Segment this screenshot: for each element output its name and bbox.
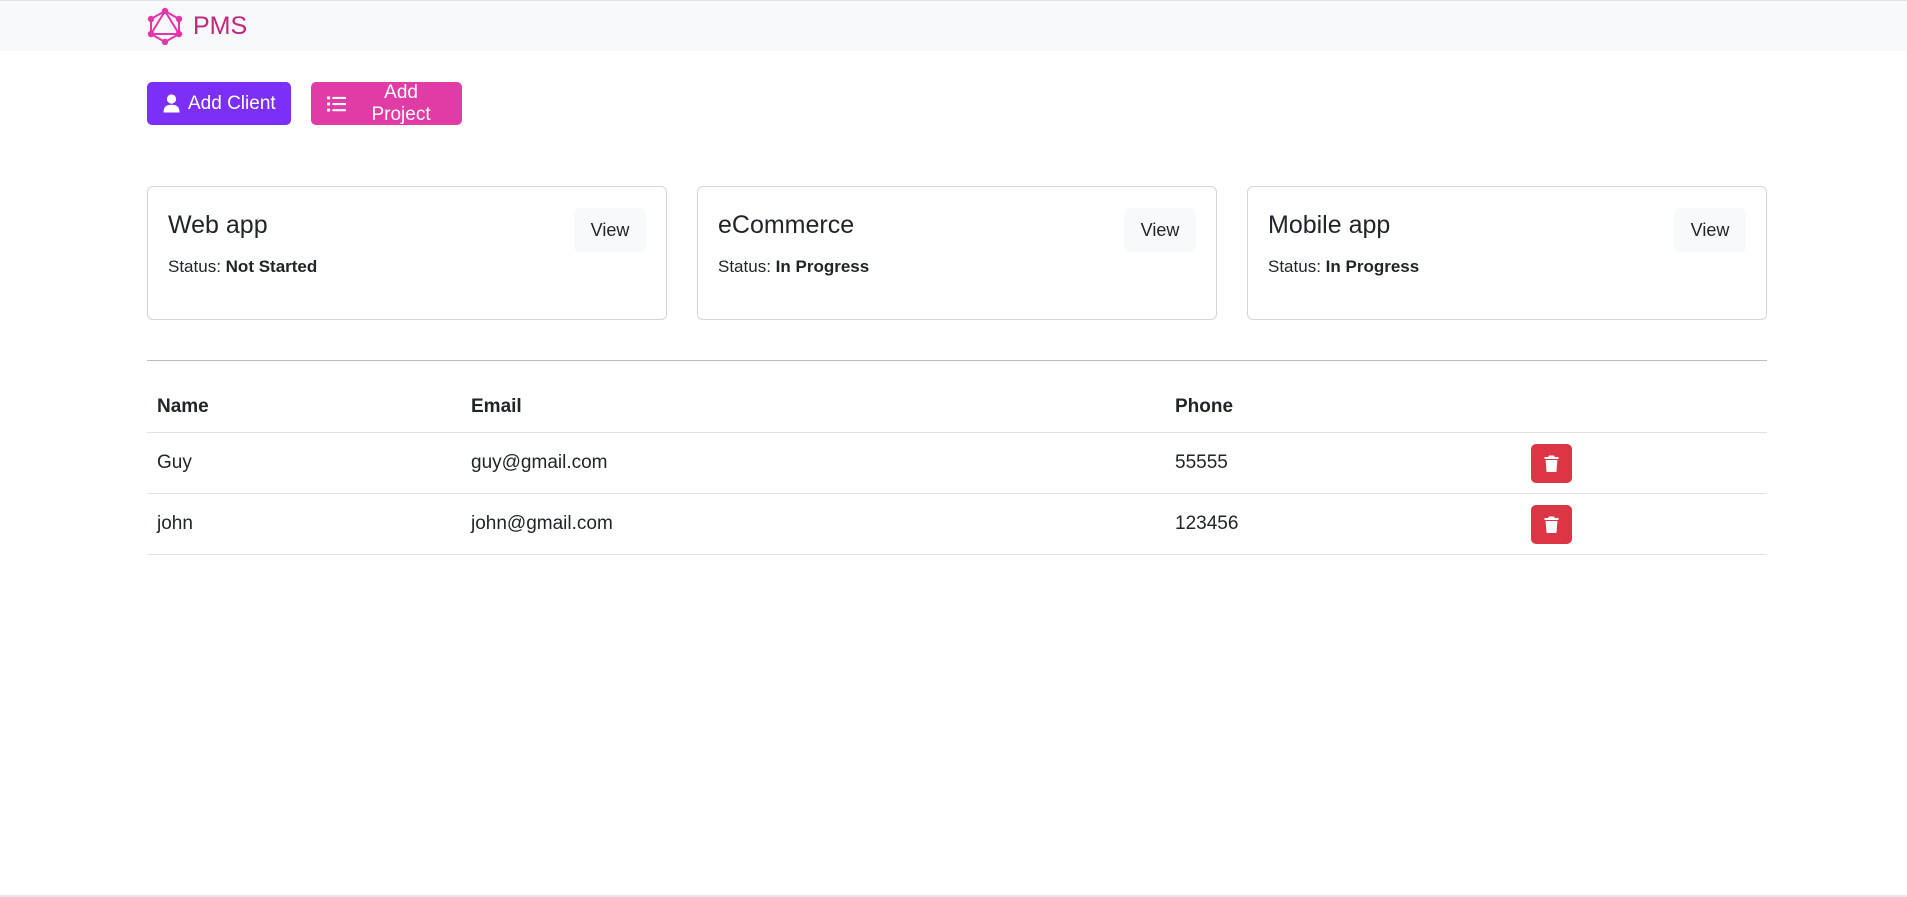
client-name: john (147, 493, 461, 555)
brand-link[interactable]: PMS (147, 7, 247, 45)
add-project-label: Add Project (371, 81, 431, 125)
add-project-button[interactable]: Add Project (311, 82, 462, 125)
project-status: Status: Not Started (168, 257, 317, 277)
project-status: Status: In Progress (718, 257, 869, 277)
header-actions (1515, 382, 1767, 433)
trash-icon (1544, 455, 1559, 472)
list-icon (327, 95, 347, 112)
client-email: guy@gmail.com (461, 432, 1165, 494)
brand-name: PMS (193, 11, 248, 40)
status-label: Status: (168, 257, 221, 276)
header-email: Email (461, 382, 1165, 433)
header-name: Name (147, 382, 461, 433)
view-project-button[interactable]: View (574, 208, 646, 252)
client-actions (1515, 493, 1767, 555)
project-status: Status: In Progress (1268, 257, 1419, 277)
status-value: Not Started (225, 257, 318, 276)
section-divider (147, 360, 1767, 361)
delete-client-button[interactable] (1531, 443, 1572, 483)
project-card-web-app: Web app View Status: Not Started (147, 186, 667, 320)
table-row: john john@gmail.com 123456 (147, 493, 1767, 555)
view-project-button[interactable]: View (1124, 208, 1196, 252)
status-label: Status: (1268, 257, 1321, 276)
status-label: Status: (718, 257, 771, 276)
view-project-button[interactable]: View (1674, 208, 1746, 252)
table-row: Guy guy@gmail.com 55555 (147, 432, 1767, 494)
user-icon (163, 94, 180, 113)
navbar: PMS (0, 0, 1907, 51)
project-title: Web app (168, 211, 268, 239)
client-actions (1515, 432, 1767, 494)
table-header-row: Name Email Phone (147, 382, 1767, 433)
project-title: Mobile app (1268, 211, 1391, 239)
graphql-logo-icon (147, 7, 183, 45)
project-card-mobile-app: Mobile app View Status: In Progress (1247, 186, 1767, 320)
client-name: Guy (147, 432, 461, 494)
clients-table: Name Email Phone Guy guy@gmail.com 55555… (147, 382, 1767, 555)
project-title: eCommerce (718, 211, 855, 239)
client-email: john@gmail.com (461, 493, 1165, 555)
add-client-button[interactable]: Add Client (147, 82, 291, 125)
status-value: In Progress (1325, 257, 1420, 276)
client-phone: 55555 (1165, 432, 1515, 494)
client-phone: 123456 (1165, 493, 1515, 555)
add-client-label: Add Client (188, 92, 276, 114)
delete-client-button[interactable] (1531, 504, 1572, 544)
trash-icon (1544, 516, 1559, 533)
header-phone: Phone (1165, 382, 1515, 433)
project-card-ecommerce: eCommerce View Status: In Progress (697, 186, 1217, 320)
status-value: In Progress (775, 257, 870, 276)
